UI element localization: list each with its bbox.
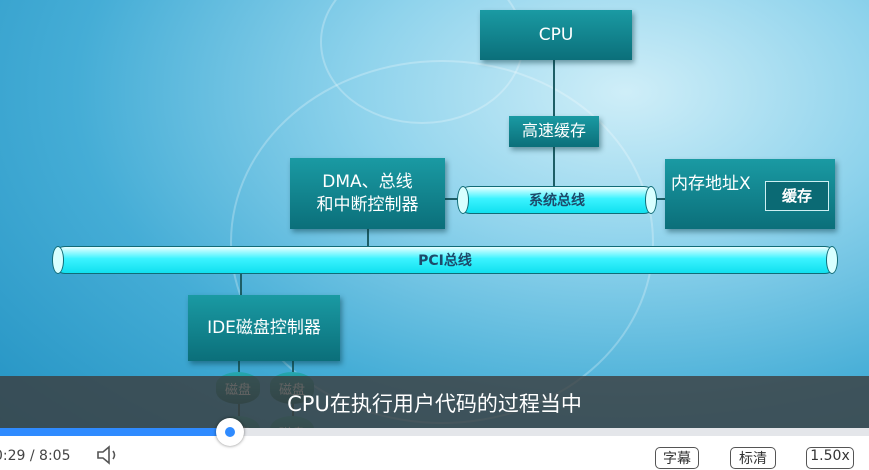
system-bus: 系统总线 [457, 186, 657, 214]
subtitle-button[interactable]: 字幕 [655, 447, 699, 469]
progress-fill [0, 428, 231, 436]
speaker-icon[interactable] [96, 444, 122, 470]
pci-bus: PCI总线 [52, 246, 838, 274]
quality-button[interactable]: 标清 [730, 447, 776, 469]
memory-label: 内存地址X [671, 174, 751, 194]
subtitle-text: CPU在执行用户代码的过程当中 [287, 392, 582, 416]
cache-label: 高速缓存 [521, 121, 586, 141]
cache-box: 高速缓存 [509, 116, 599, 147]
dma-pci-link [367, 229, 369, 246]
speed-button-label: 1.50x [810, 448, 850, 464]
subtitle-button-label: 字幕 [663, 451, 691, 467]
cpu-box: CPU [480, 10, 632, 60]
quality-button-label: 标清 [739, 451, 767, 467]
ide-controller-box: IDE磁盘控制器 [188, 295, 340, 361]
ide-label: IDE磁盘控制器 [207, 317, 321, 338]
pci-ide-link [240, 273, 242, 295]
progress-thumb[interactable] [216, 418, 245, 446]
memory-cache-box: 缓存 [765, 181, 829, 211]
dma-controller-box: DMA、总线 和中断控制器 [290, 158, 445, 229]
cpu-cache-link [553, 60, 555, 116]
system-bus-label: 系统总线 [529, 193, 585, 209]
player-controls: 0:29 / 8:05 字幕 标清 1.50x [0, 418, 869, 469]
cache-sysbus-link [553, 146, 555, 186]
dma-label-line1: DMA、总线 [322, 172, 413, 193]
memory-box: 内存地址X 缓存 [665, 159, 835, 229]
dma-label-line2: 和中断控制器 [316, 194, 419, 215]
time-display: 0:29 / 8:05 [0, 448, 71, 464]
cpu-label: CPU [538, 24, 574, 45]
pci-bus-label: PCI总线 [418, 253, 472, 269]
speed-button[interactable]: 1.50x [806, 447, 854, 469]
progress-track[interactable] [0, 428, 869, 436]
